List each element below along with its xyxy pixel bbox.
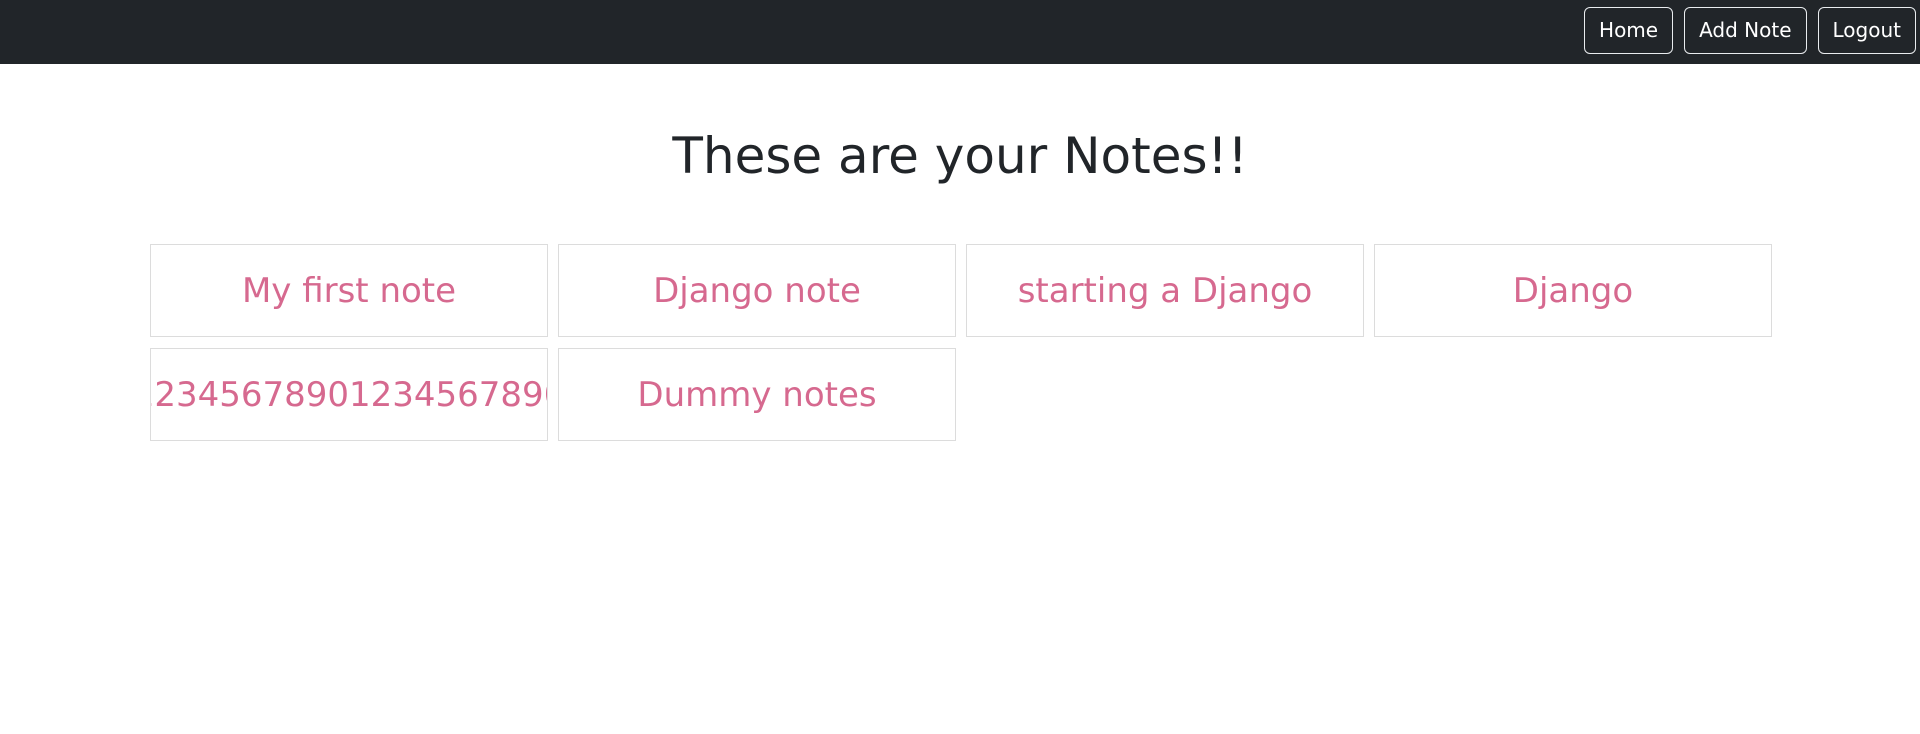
note-card[interactable]: Django: [1374, 244, 1772, 337]
note-title[interactable]: starting a Django: [1018, 271, 1313, 311]
note-card[interactable]: Django note: [558, 244, 956, 337]
page-title: These are your Notes!!: [672, 127, 1248, 185]
note-card[interactable]: Dummy notes: [558, 348, 956, 441]
note-title[interactable]: Django note: [653, 271, 861, 311]
note-card[interactable]: My first note: [150, 244, 548, 337]
notes-grid: My first note Django note starting a Dja…: [150, 244, 1772, 441]
note-card[interactable]: starting a Django: [966, 244, 1364, 337]
note-title[interactable]: 12345678901234567890: [151, 375, 547, 415]
note-title[interactable]: Dummy notes: [637, 375, 876, 415]
note-title[interactable]: Django: [1513, 271, 1633, 311]
home-button[interactable]: Home: [1584, 7, 1674, 54]
logout-button[interactable]: Logout: [1817, 7, 1916, 54]
note-title[interactable]: My first note: [242, 271, 456, 311]
nav-button-group: Home Add Note Logout: [1584, 7, 1916, 54]
add-note-button[interactable]: Add Note: [1684, 7, 1807, 54]
top-navbar: Home Add Note Logout: [0, 0, 1920, 64]
note-card[interactable]: 12345678901234567890: [150, 348, 548, 441]
